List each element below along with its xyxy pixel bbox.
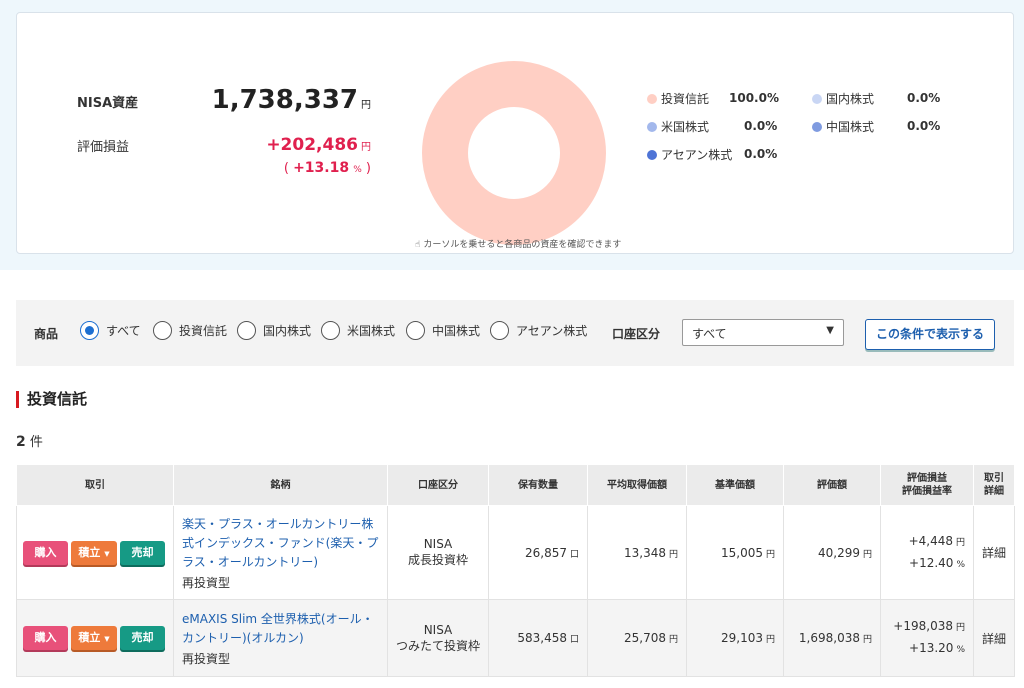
legend-value-domestic-stock: 0.0% [907, 91, 941, 105]
radio-domestic-stock[interactable]: 国内株式 [237, 321, 311, 340]
value-cell: 40,299 円 [783, 505, 881, 600]
donut-slice-investment-trust [422, 61, 606, 245]
radio-all[interactable]: すべて [80, 321, 141, 340]
radio-investment-trust[interactable]: 投資信託 [153, 321, 227, 340]
dropdown-arrow-icon: ▼ [104, 549, 110, 558]
nisa-summary-card: NISA資産 評価損益 1,738,337 円 +202,486 円 ( +13.1… [16, 12, 1014, 254]
table-header: 取引 銘柄 口座区分 保有数量 平均取得価額 基準価額 評価額 評価損益 評価損益… [16, 464, 1015, 506]
col-name: 銘柄 [173, 464, 388, 506]
table-row: 購入 積立 ▼ 売却 楽天・プラス・オールカントリー株式インデックス・ファンド(… [16, 505, 1015, 600]
table-row: 購入 積立 ▼ 売却 eMAXIS Slim 全世界株式(オール・カントリー)(… [16, 599, 1015, 677]
col-avg-price: 平均取得価額 [587, 464, 687, 506]
sell-button[interactable]: 売却 [120, 540, 165, 565]
fund-name-link[interactable]: eMAXIS Slim 全世界株式(オール・カントリー)(オルカン) [182, 610, 379, 648]
legend-china-stock: 中国株式 [812, 118, 874, 135]
allocation-donut-chart[interactable] [422, 61, 606, 245]
detail-link[interactable]: 詳細 [973, 505, 1015, 600]
base-price-cell: 15,005 円 [686, 505, 784, 600]
col-trade: 取引 [16, 464, 174, 506]
pl-label: 評価損益 [77, 140, 130, 155]
legend-us-stock: 米国株式 [647, 118, 709, 135]
buy-button[interactable]: 購入 [23, 626, 68, 650]
value-cell: 1,698,038 円 [783, 599, 881, 677]
holdings-table: 取引 銘柄 口座区分 保有数量 平均取得価額 基準価額 評価額 評価損益 評価損益… [16, 464, 1015, 677]
legend-domestic-stock: 国内株式 [812, 90, 874, 107]
hand-pointer-icon: ☝ [415, 240, 421, 250]
asset-value: 1,738,337 円 [211, 85, 371, 115]
account-cell: NISA つみたて投資枠 [387, 599, 489, 677]
avg-price-cell: 13,348 円 [587, 505, 687, 600]
fund-name-cell: 楽天・プラス・オールカントリー株式インデックス・ファンド(楽天・プラス・オールカ… [173, 505, 388, 600]
avg-price-cell: 25,708 円 [587, 599, 687, 677]
radio-unselected-icon [321, 321, 340, 340]
account-cell: NISA 成長投資枠 [387, 505, 489, 600]
section-title: 投資信託 [16, 391, 87, 408]
radio-selected-icon [80, 321, 99, 340]
sell-button[interactable]: 売却 [120, 626, 165, 650]
fund-name-cell: eMAXIS Slim 全世界株式(オール・カントリー)(オルカン) 再投資型 [173, 599, 388, 677]
radio-china-stock[interactable]: 中国株式 [406, 321, 480, 340]
fund-type: 再投資型 [182, 651, 231, 666]
legend-value-china-stock: 0.0% [907, 119, 941, 133]
accumulate-button[interactable]: 積立 ▼ [71, 540, 117, 565]
legend-dot-icon [647, 149, 657, 160]
asset-label: NISA資産 [77, 96, 139, 111]
chart-hint: ☝ カーソルを乗せると各商品の資産を確認できます [415, 240, 622, 250]
filter-bar: 商品 すべて 投資信託 国内株式 米国株式 中国株式 アセアン株式 口座区分 す… [16, 300, 1014, 366]
trade-cell: 購入 積立 ▼ 売却 [16, 599, 174, 677]
col-pl: 評価損益 評価損益率 [880, 464, 974, 506]
legend-investment-trust: 投資信託 [647, 90, 709, 107]
result-count: 2 件 [16, 434, 43, 450]
dropdown-arrow-icon: ▼ [826, 325, 834, 336]
legend-value-us-stock: 0.0% [744, 119, 778, 133]
account-filter-label: 口座区分 [612, 327, 661, 341]
col-base-price: 基準価額 [686, 464, 784, 506]
legend-dot-icon [647, 93, 657, 104]
base-price-cell: 29,103 円 [686, 599, 784, 677]
radio-unselected-icon [406, 321, 425, 340]
col-qty: 保有数量 [488, 464, 588, 506]
legend-value-asean-stock: 0.0% [744, 147, 778, 161]
qty-cell: 583,458 口 [488, 599, 588, 677]
legend-asean-stock: アセアン株式 [647, 146, 732, 163]
pl-value: +202,486 円 [266, 135, 371, 155]
legend-dot-icon [812, 121, 822, 132]
radio-asean-stock[interactable]: アセアン株式 [490, 321, 587, 340]
radio-unselected-icon [153, 321, 172, 340]
buy-button[interactable]: 購入 [23, 540, 68, 565]
pl-cell: +198,038 円 +13.20% [880, 599, 974, 677]
pl-cell: +4,448 円 +12.40% [880, 505, 974, 600]
account-select[interactable]: すべて ▼ [682, 319, 844, 346]
detail-link[interactable]: 詳細 [973, 599, 1015, 677]
radio-unselected-icon [490, 321, 509, 340]
pl-percent: ( +13.18 % ) [283, 160, 371, 176]
dropdown-arrow-icon: ▼ [104, 635, 110, 643]
col-account: 口座区分 [387, 464, 489, 506]
radio-unselected-icon [237, 321, 256, 340]
product-filter-label: 商品 [34, 327, 59, 341]
fund-type: 再投資型 [182, 575, 231, 590]
apply-filter-button[interactable]: この条件で表示する [865, 319, 995, 350]
legend-value-investment-trust: 100.0% [729, 91, 779, 105]
trade-cell: 購入 積立 ▼ 売却 [16, 505, 174, 600]
col-value: 評価額 [783, 464, 881, 506]
legend-dot-icon [647, 121, 657, 132]
col-detail: 取引 詳細 [973, 464, 1015, 506]
radio-us-stock[interactable]: 米国株式 [321, 321, 395, 340]
fund-name-link[interactable]: 楽天・プラス・オールカントリー株式インデックス・ファンド(楽天・プラス・オールカ… [182, 515, 379, 572]
qty-cell: 26,857 口 [488, 505, 588, 600]
legend-dot-icon [812, 93, 822, 104]
accumulate-button[interactable]: 積立 ▼ [71, 626, 117, 650]
